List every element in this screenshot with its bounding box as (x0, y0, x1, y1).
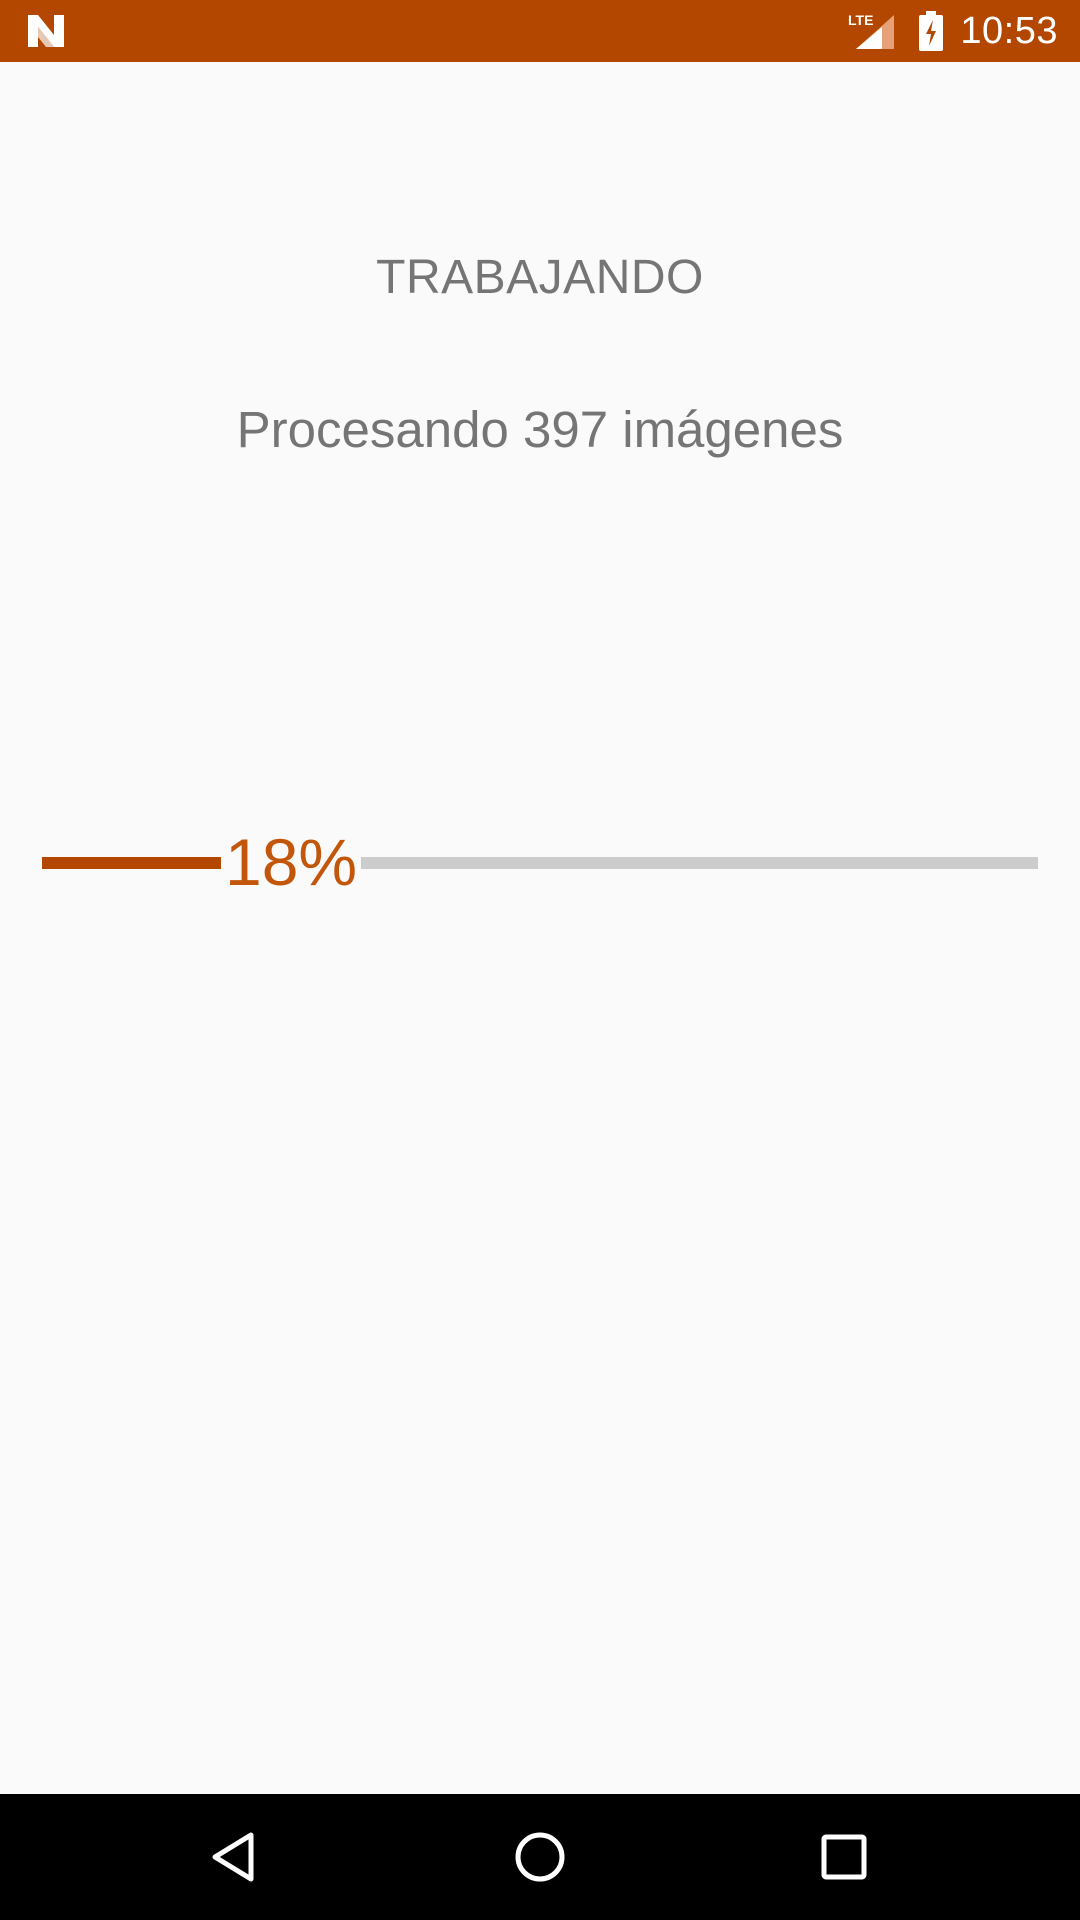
status-bar: LTE 10:53 (0, 0, 1080, 62)
status-icons: LTE 10:53 (848, 0, 1058, 62)
navigation-bar (0, 1794, 1080, 1920)
lte-signal-icon: LTE (848, 12, 895, 49)
battery-charging-icon (919, 11, 944, 51)
progress-fill (42, 857, 221, 869)
back-button[interactable] (195, 1817, 275, 1897)
network-type: LTE (848, 12, 873, 28)
n-logo-icon (28, 15, 64, 47)
status-time: 10:53 (960, 9, 1058, 52)
home-icon (515, 1832, 565, 1882)
progress-percent: 18% (225, 825, 358, 899)
recents-button[interactable] (804, 1817, 884, 1897)
home-button[interactable] (500, 1817, 580, 1897)
screen: LTE 10:53 TRABAJANDO Procesando 397 imág… (0, 0, 1080, 1920)
back-icon (212, 1832, 254, 1882)
progress-track (361, 857, 1038, 869)
recents-icon (821, 1834, 867, 1880)
page-title: TRABAJANDO (376, 251, 704, 304)
progress-bar: 18% (42, 825, 1038, 900)
processing-status: Procesando 397 imágenes (236, 401, 844, 458)
